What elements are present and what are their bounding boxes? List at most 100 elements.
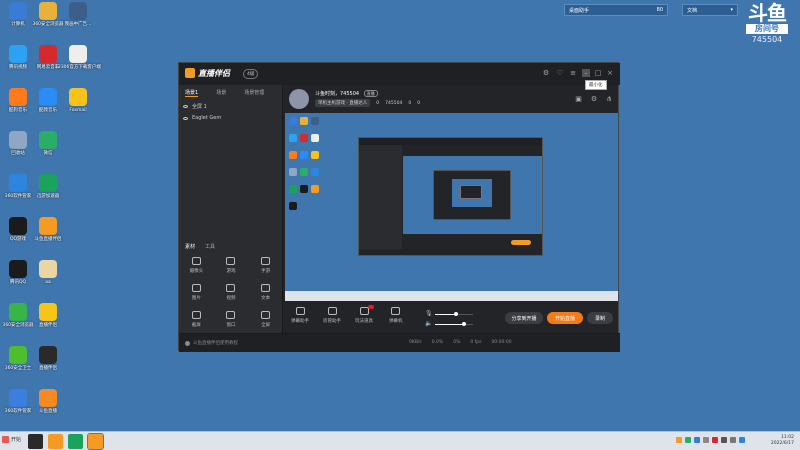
app-icon bbox=[9, 217, 27, 235]
gift-icon[interactable]: ♡ bbox=[556, 69, 564, 77]
clock[interactable]: 11:02 2022/6/17 bbox=[771, 435, 794, 447]
stat-fps: 0 fps bbox=[470, 340, 482, 345]
tutorial-tip[interactable]: 斗鱼直播伴侣使用教程 bbox=[185, 340, 238, 346]
source-label: 手游 bbox=[261, 269, 271, 274]
desktop-icon[interactable]: 12306官方下载客户端 bbox=[55, 45, 101, 71]
tray-icon[interactable] bbox=[721, 437, 727, 443]
danmu-assistant[interactable]: 弹幕助手 bbox=[291, 307, 309, 324]
source-text[interactable]: 文本 bbox=[248, 284, 283, 301]
doc-widget[interactable]: 文档 ▾ bbox=[682, 4, 738, 16]
desktop-icon[interactable]: 微信 bbox=[30, 131, 66, 157]
danmu-machine[interactable]: 弹幕机 bbox=[389, 307, 403, 324]
scene-item-game[interactable]: Eaglet Gem bbox=[183, 115, 221, 121]
source-label: 窗口 bbox=[226, 323, 236, 328]
gear-icon[interactable]: ⚙ bbox=[591, 95, 597, 103]
room-admin[interactable]: 房管助手 bbox=[323, 307, 341, 324]
preview-mini-icon bbox=[311, 168, 319, 176]
phone-icon bbox=[261, 257, 271, 265]
settings-icon[interactable]: ⚙ bbox=[542, 69, 550, 77]
chevron-down-icon: ▾ bbox=[730, 7, 733, 13]
tray-icon[interactable] bbox=[730, 437, 736, 443]
taskbar-app-button[interactable] bbox=[68, 434, 83, 449]
desktop-icon[interactable]: 直播伴侣 bbox=[30, 346, 66, 372]
scene-widget[interactable]: 桌面助手 80 bbox=[564, 4, 668, 16]
preview-mini-icon bbox=[300, 185, 308, 193]
share-live-button[interactable]: 分享到开播 bbox=[505, 312, 543, 324]
start-live-button[interactable]: 开始直播 bbox=[547, 312, 583, 324]
stat-drop: 0% bbox=[453, 340, 461, 345]
tab-scene-1[interactable]: 场景1 bbox=[185, 89, 199, 97]
layout-icon[interactable]: ▣ bbox=[575, 95, 582, 103]
tab-tools[interactable]: 工具 bbox=[205, 243, 215, 250]
window-icon bbox=[226, 311, 236, 319]
tray-icon[interactable] bbox=[685, 437, 691, 443]
source-tabs: 素材 工具 bbox=[185, 243, 215, 250]
tab-material[interactable]: 素材 bbox=[185, 243, 195, 250]
tab-scene[interactable]: 场景 bbox=[216, 89, 226, 97]
app-icon bbox=[39, 260, 57, 278]
desktop-icon[interactable]: 斗鱼直播伴侣 bbox=[30, 217, 66, 243]
desktop-icon-label: 酷我音乐 bbox=[39, 108, 57, 113]
tab-scene-manage[interactable]: 场景管理 bbox=[244, 89, 264, 97]
menu-icon[interactable]: ≡ bbox=[569, 69, 577, 77]
streamer-name-row: 斗鱼时刻，745504 直播 bbox=[315, 90, 378, 97]
close-icon[interactable]: × bbox=[606, 69, 614, 77]
desktop-icon[interactable]: 斗鱼直播 bbox=[30, 389, 66, 415]
user-icon bbox=[327, 307, 337, 315]
tray-icon[interactable] bbox=[694, 437, 700, 443]
source-label: 视频 bbox=[226, 296, 236, 301]
app-icon bbox=[39, 389, 57, 407]
desktop-icon[interactable]: 我画中广告... bbox=[60, 2, 96, 28]
tray-icon[interactable] bbox=[739, 437, 745, 443]
room-number: 745504 bbox=[751, 35, 783, 44]
avatar[interactable] bbox=[289, 89, 309, 109]
source-window[interactable]: 窗口 bbox=[214, 311, 249, 328]
source-video[interactable]: 视频 bbox=[214, 284, 249, 301]
taskbar-app-button[interactable] bbox=[48, 434, 63, 449]
source-label: 游戏 bbox=[226, 269, 236, 274]
speaker-volume-slider[interactable] bbox=[435, 322, 473, 326]
desktop-icon[interactable]: 迅游加速器 bbox=[30, 174, 66, 200]
desktop-icon[interactable]: aa bbox=[30, 260, 66, 286]
speaker-icon[interactable]: 🔈 bbox=[425, 320, 432, 327]
desktop-icon[interactable]: Foxmail bbox=[60, 88, 96, 114]
play-props[interactable]: 玩法道具 bbox=[355, 305, 374, 324]
app-icon bbox=[9, 131, 27, 149]
eye-icon[interactable] bbox=[183, 116, 188, 120]
taskbar-app-button[interactable] bbox=[28, 434, 43, 449]
scene-value: 80 bbox=[656, 7, 663, 13]
source-mobile[interactable]: 手游 bbox=[248, 257, 283, 274]
app-icon bbox=[39, 174, 57, 192]
start-button[interactable]: 开始 bbox=[2, 436, 21, 443]
share-icon[interactable]: ⋔ bbox=[606, 95, 612, 103]
category-badge[interactable]: 单机主机游戏 · 直播达人 bbox=[315, 99, 371, 107]
minimize-icon[interactable]: – bbox=[582, 69, 590, 77]
preview-mini-icon bbox=[311, 134, 319, 142]
eye-icon[interactable] bbox=[183, 105, 188, 108]
taskbar-app-button[interactable] bbox=[87, 433, 104, 450]
tray-icon[interactable] bbox=[676, 437, 682, 443]
desktop-icon[interactable]: 直播伴侣 bbox=[30, 303, 66, 329]
desktop-icon-label: Foxmail bbox=[69, 108, 87, 113]
source-game[interactable]: 游戏 bbox=[214, 257, 249, 274]
stream-stats: 0KB/s 0.0% 0% 0 fps 00:00:00 bbox=[409, 340, 512, 345]
record-button[interactable]: 录制 bbox=[587, 312, 613, 324]
title-bar[interactable]: 直播伴侣 4级 ⚙ ♡ ≡ – □ × 最小化 bbox=[179, 63, 620, 90]
danmu-icon bbox=[391, 307, 401, 315]
source-camera[interactable]: 摄像头 bbox=[179, 257, 214, 274]
streaming-app-window[interactable]: 直播伴侣 4级 ⚙ ♡ ≡ – □ × 最小化 场景1 场景 场景管理 全屏 1… bbox=[178, 62, 620, 352]
source-image[interactable]: 图片 bbox=[179, 284, 214, 301]
maximize-icon[interactable]: □ bbox=[594, 69, 602, 77]
tray-icon[interactable] bbox=[703, 437, 709, 443]
stream-preview[interactable] bbox=[285, 113, 618, 301]
source-crop[interactable]: 截屏 bbox=[179, 311, 214, 328]
scene-item-fullscreen[interactable]: 全屏 1 bbox=[183, 103, 207, 110]
preview-mini-icon bbox=[289, 202, 297, 210]
source-fullscreen[interactable]: 全屏 bbox=[248, 311, 283, 328]
preview-mini-icon bbox=[311, 151, 319, 159]
tray-icon[interactable] bbox=[712, 437, 718, 443]
mic-volume-slider[interactable] bbox=[435, 312, 473, 316]
mic-icon[interactable]: 🎙 bbox=[425, 310, 433, 317]
desktop-icon-label: 直播伴侣 bbox=[39, 366, 57, 371]
preview-mini-icon bbox=[300, 168, 308, 176]
